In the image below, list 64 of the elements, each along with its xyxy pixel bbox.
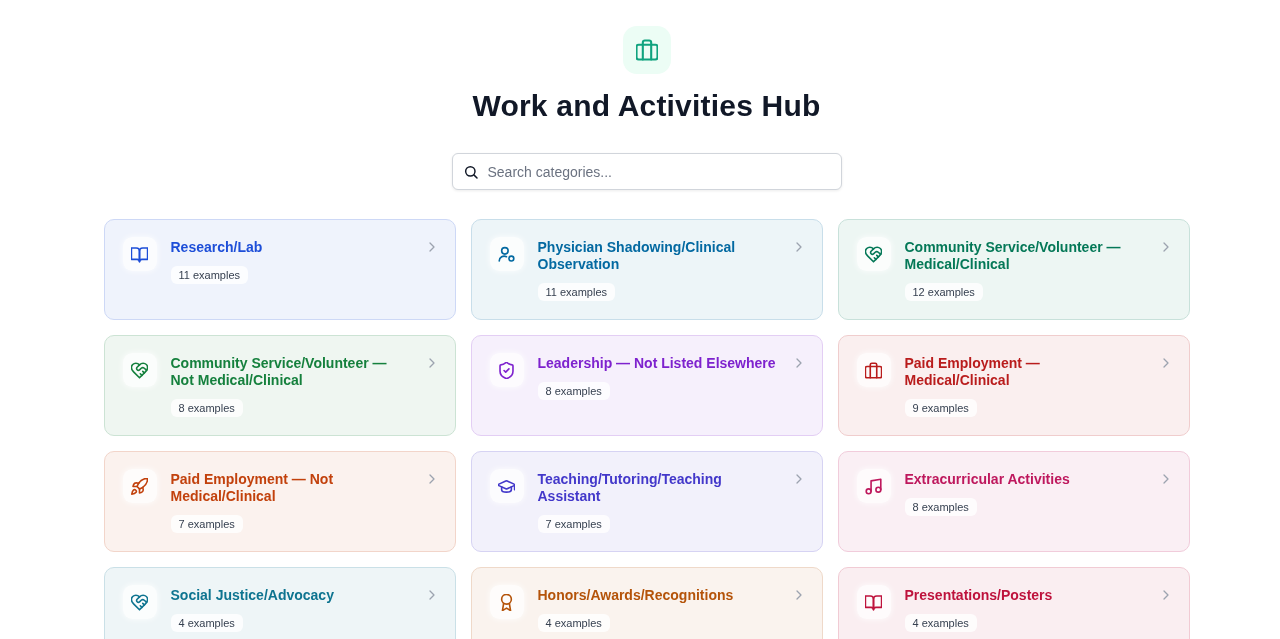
search-icon bbox=[463, 165, 478, 179]
category-title: Social Justice/Advocacy bbox=[170, 587, 335, 604]
briefcase-icon bbox=[622, 26, 671, 74]
category-card[interactable]: Leadership — Not Listed Elsewhere 8 examples bbox=[470, 335, 823, 436]
chevron-right-icon bbox=[428, 242, 435, 252]
category-title: Honors/Awards/Recognitions bbox=[537, 587, 735, 604]
chevron-right-icon bbox=[428, 590, 435, 600]
chevron-right-icon bbox=[795, 242, 802, 252]
briefcase-icon bbox=[856, 353, 891, 387]
category-card[interactable]: Community Service/Volunteer — Medical/Clinical 12 examples bbox=[837, 219, 1190, 320]
category-card[interactable]: Presentations/Posters 4 examples bbox=[837, 567, 1190, 639]
example-count: 8 examples bbox=[904, 498, 977, 516]
example-count: 7 examples bbox=[537, 515, 610, 533]
example-count: 4 examples bbox=[170, 614, 243, 632]
category-title: Paid Employment — Not Medical/Clinical bbox=[170, 471, 335, 505]
category-title: Community Service/Volunteer — Medical/Clinical bbox=[904, 239, 1122, 273]
category-title: Research/Lab bbox=[170, 239, 264, 256]
chevron-right-icon bbox=[428, 474, 435, 484]
chevron-right-icon bbox=[1162, 474, 1169, 484]
open-book-icon bbox=[856, 585, 891, 619]
category-card[interactable]: Physician Shadowing/Clinical Observation 11 examples bbox=[470, 219, 823, 320]
chevron-right-icon bbox=[795, 590, 802, 600]
chevron-right-icon bbox=[1162, 242, 1169, 252]
example-count: 12 examples bbox=[904, 283, 983, 301]
category-title: Physician Shadowing/Clinical Observation bbox=[537, 239, 737, 273]
category-card[interactable]: Social Justice/Advocacy 4 examples bbox=[103, 567, 456, 639]
chevron-right-icon bbox=[1162, 358, 1169, 368]
category-title: Community Service/Volunteer — Not Medical/Clinical bbox=[170, 355, 388, 389]
rocket-icon bbox=[122, 469, 157, 503]
chevron-right-icon bbox=[795, 474, 802, 484]
category-title: Teaching/Tutoring/Teaching Assistant bbox=[537, 471, 723, 505]
example-count: 8 examples bbox=[170, 399, 243, 417]
category-title: Leadership — Not Listed Elsewhere bbox=[537, 355, 777, 372]
category-card[interactable]: Research/Lab 11 examples bbox=[103, 219, 456, 320]
chevron-right-icon bbox=[795, 358, 802, 368]
category-card[interactable]: Teaching/Tutoring/Teaching Assistant 7 examples bbox=[470, 451, 823, 552]
search-field[interactable]: Search categories... bbox=[451, 153, 842, 190]
example-count: 4 examples bbox=[904, 614, 977, 632]
music-note-icon bbox=[856, 469, 891, 503]
category-title: Paid Employment — Medical/Clinical bbox=[904, 355, 1041, 389]
category-card[interactable]: Paid Employment — Medical/Clinical 9 examples bbox=[837, 335, 1190, 436]
person-icon bbox=[489, 237, 524, 271]
category-title: Presentations/Posters bbox=[904, 587, 1054, 604]
open-book-icon bbox=[122, 237, 157, 271]
category-title: Extracurricular Activities bbox=[904, 471, 1071, 488]
category-card[interactable]: Paid Employment — Not Medical/Clinical 7 examples bbox=[103, 451, 456, 552]
graduation-cap-icon bbox=[489, 469, 524, 503]
heart-handshake-icon bbox=[122, 353, 157, 387]
category-card[interactable]: Extracurricular Activities 8 examples bbox=[837, 451, 1190, 552]
page-title: Work and Activities Hub bbox=[472, 88, 821, 124]
award-ribbon-icon bbox=[489, 585, 524, 619]
heart-handshake-icon bbox=[122, 585, 157, 619]
category-card[interactable]: Community Service/Volunteer — Not Medical/Clinical 8 examples bbox=[103, 335, 456, 436]
chevron-right-icon bbox=[1162, 590, 1169, 600]
example-count: 7 examples bbox=[170, 515, 243, 533]
example-count: 4 examples bbox=[537, 614, 610, 632]
example-count: 8 examples bbox=[537, 382, 610, 400]
heart-handshake-icon bbox=[856, 237, 891, 271]
chevron-right-icon bbox=[428, 358, 435, 368]
shield-check-icon bbox=[489, 353, 524, 387]
example-count: 9 examples bbox=[904, 399, 977, 417]
example-count: 11 examples bbox=[537, 283, 616, 301]
example-count: 11 examples bbox=[170, 266, 249, 284]
category-card[interactable]: Honors/Awards/Recognitions 4 examples bbox=[470, 567, 823, 639]
